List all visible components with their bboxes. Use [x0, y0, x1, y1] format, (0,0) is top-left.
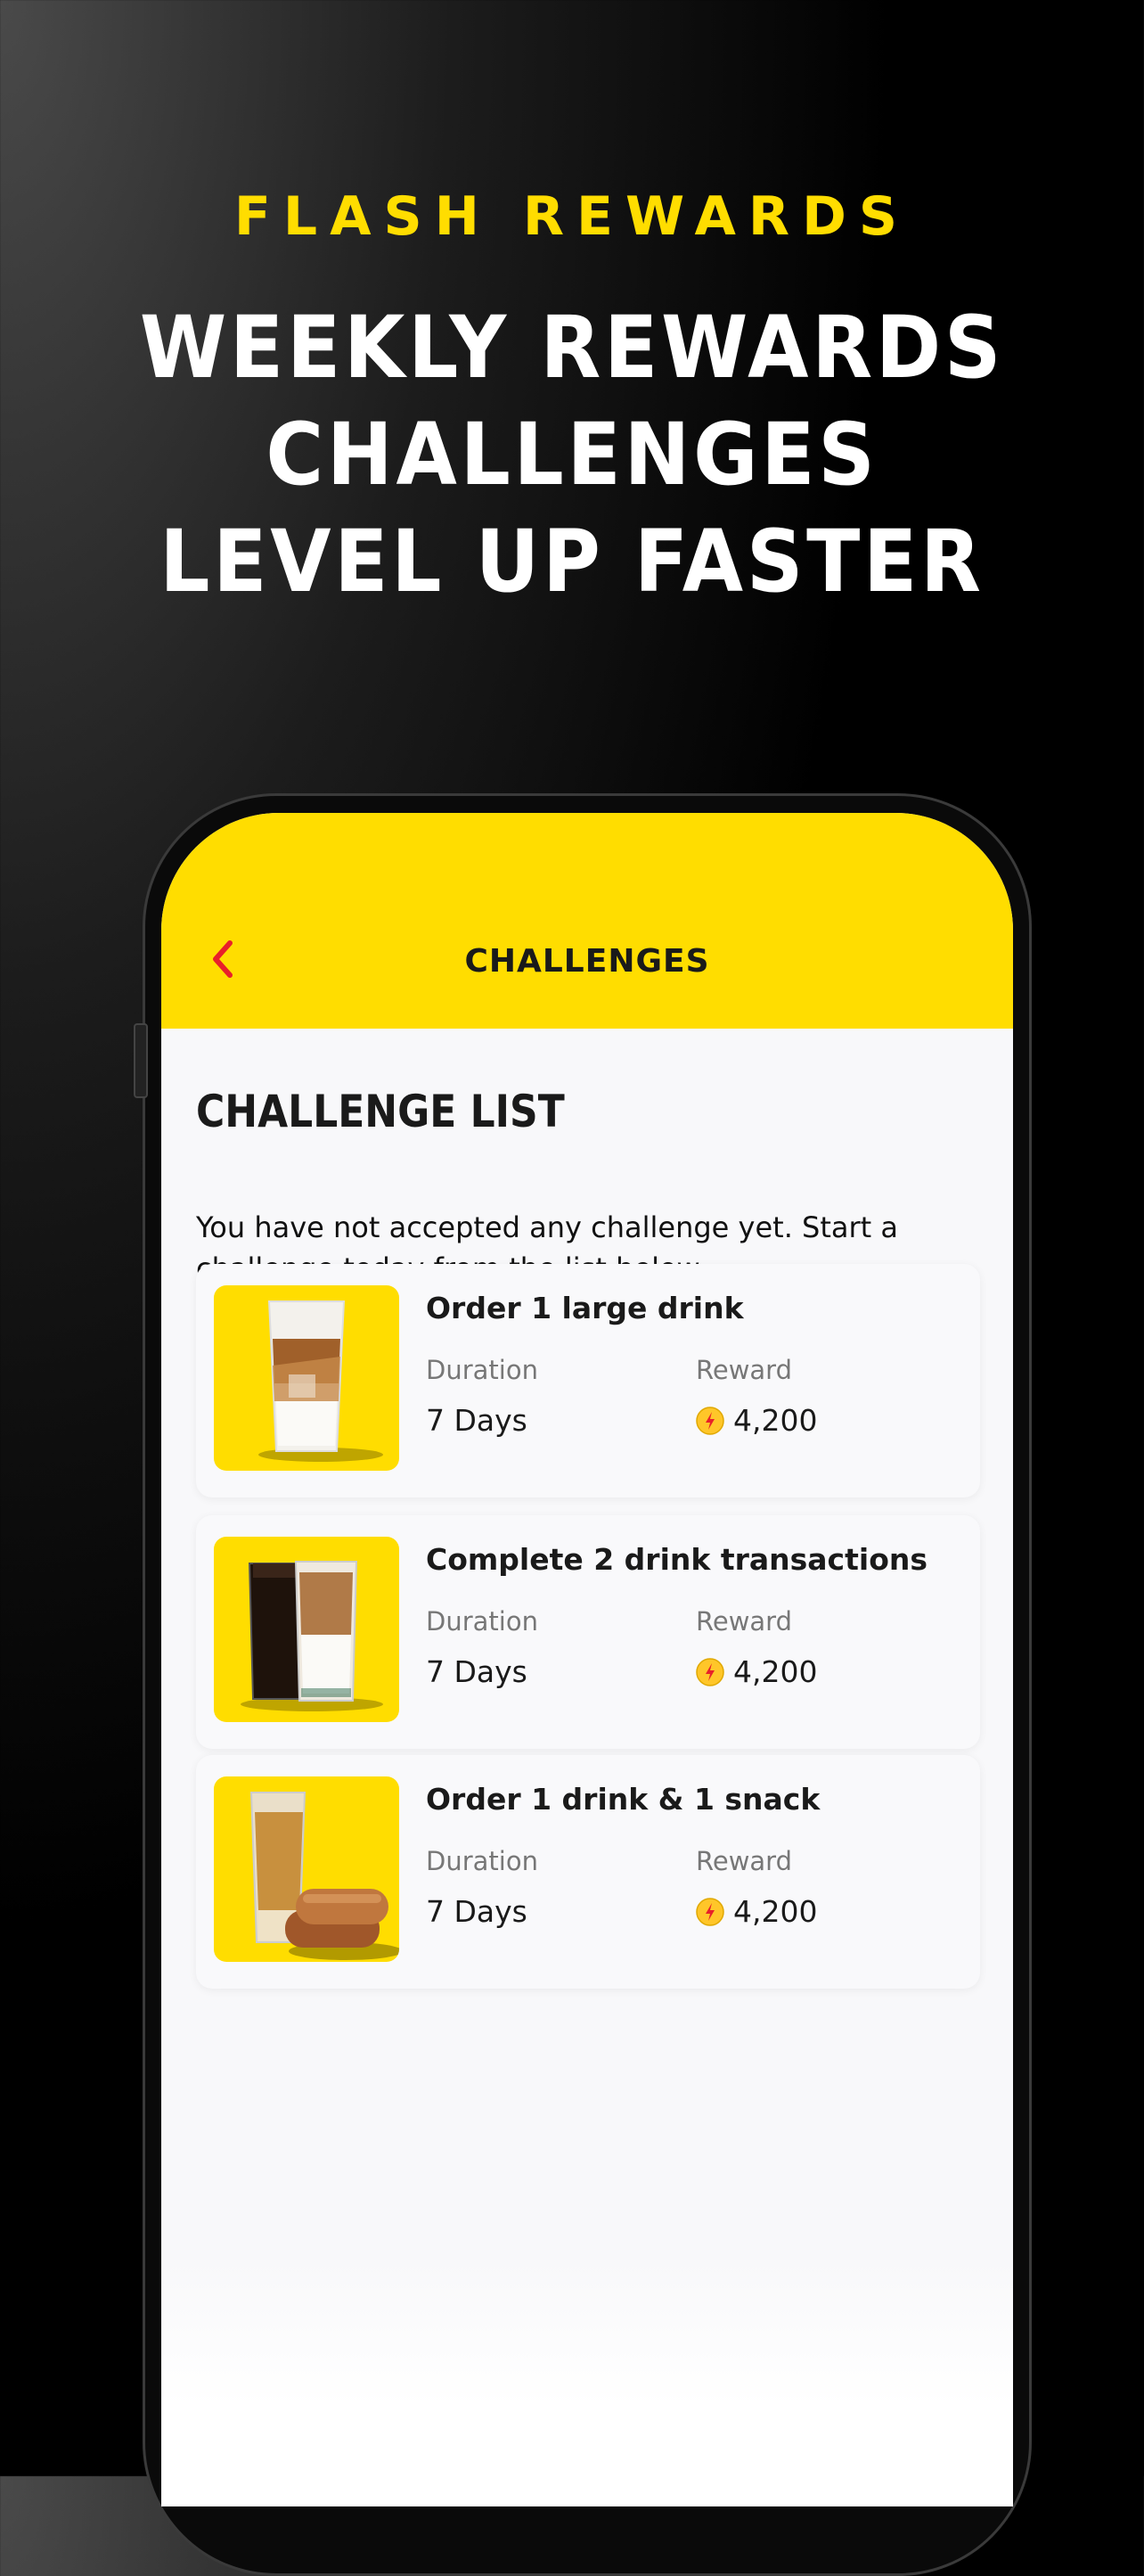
- promo-headline: WEEKLY REWARDS CHALLENGES LEVEL UP FASTE…: [45, 294, 1098, 615]
- duration-value: 7 Days: [426, 1894, 527, 1929]
- reward-label: Reward: [696, 1355, 792, 1385]
- headline-line-3: LEVEL UP FASTER: [159, 512, 985, 611]
- lightning-coin-icon: [696, 1657, 724, 1686]
- reward-label: Reward: [696, 1606, 792, 1637]
- lightning-coin-icon: [696, 1897, 724, 1926]
- promo-kicker: FLASH REWARDS: [233, 185, 911, 248]
- duration-label: Duration: [426, 1606, 538, 1637]
- duration-value: 7 Days: [426, 1403, 527, 1438]
- challenge-title: Complete 2 drink transactions: [426, 1542, 927, 1577]
- nav-bar: CHALLENGES: [161, 813, 1013, 1029]
- reward-value: 4,200: [733, 1403, 818, 1438]
- duration-label: Duration: [426, 1846, 538, 1876]
- headline-line-2: CHALLENGES: [266, 405, 878, 505]
- phone-side-button: [134, 1023, 148, 1098]
- reward-label: Reward: [696, 1846, 792, 1876]
- two-coffees-image: [214, 1537, 399, 1722]
- reward-row: 4,200: [696, 1403, 817, 1438]
- challenge-card[interactable]: Complete 2 drink transactions Duration 7…: [196, 1515, 980, 1749]
- lightning-coin-icon: [696, 1406, 724, 1435]
- duration-label: Duration: [426, 1355, 538, 1385]
- challenge-title: Order 1 large drink: [426, 1291, 744, 1325]
- drink-and-snack-image: [214, 1776, 399, 1962]
- challenge-list-title: CHALLENGE LIST: [196, 1086, 565, 1137]
- bottom-fade: [161, 2257, 1013, 2506]
- reward-value: 4,200: [733, 1894, 818, 1929]
- app-screen: CHALLENGES CHALLENGE LIST You have not a…: [161, 813, 1013, 2506]
- headline-line-1: WEEKLY REWARDS: [139, 298, 1005, 398]
- nav-title: CHALLENGES: [464, 943, 710, 980]
- challenge-card[interactable]: Order 1 large drink Duration 7 Days Rewa…: [196, 1264, 980, 1497]
- duration-value: 7 Days: [426, 1654, 527, 1689]
- challenge-title: Order 1 drink & 1 snack: [426, 1782, 821, 1817]
- challenge-card[interactable]: Order 1 drink & 1 snack Duration 7 Days …: [196, 1755, 980, 1989]
- reward-row: 4,200: [696, 1894, 817, 1929]
- reward-row: 4,200: [696, 1654, 817, 1689]
- reward-value: 4,200: [733, 1654, 818, 1689]
- iced-latte-image: [214, 1285, 399, 1471]
